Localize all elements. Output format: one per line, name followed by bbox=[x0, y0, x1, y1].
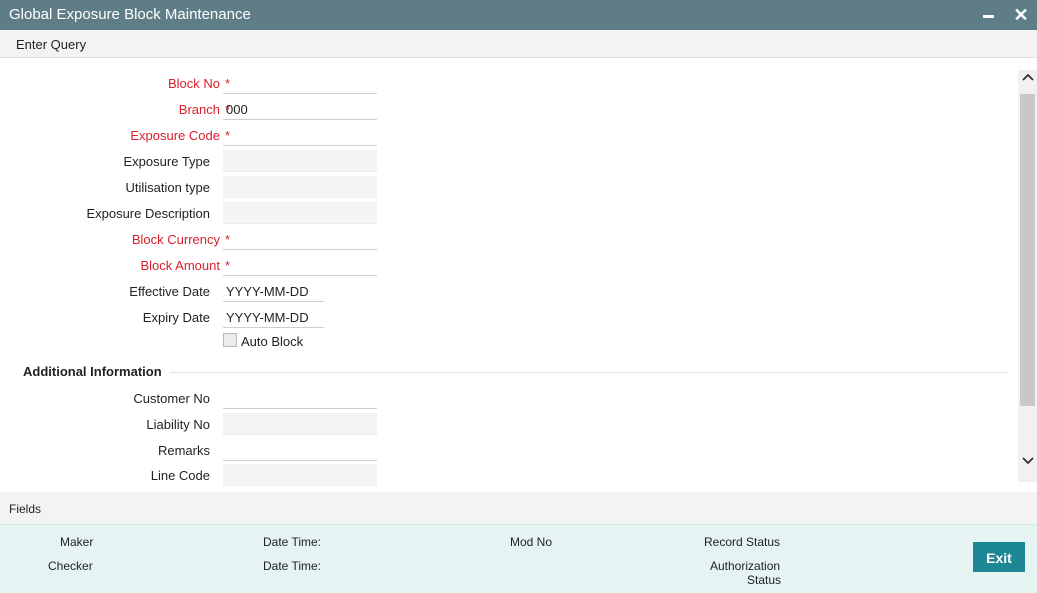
auto-block-checkbox[interactable] bbox=[223, 333, 237, 347]
customer-no-row: Customer No bbox=[0, 387, 420, 411]
exposure-type-row: Exposure Type bbox=[0, 150, 420, 174]
expiry-date-row: Expiry Date bbox=[0, 306, 420, 330]
form-content: Block No* Branch* Exposure Code* Exposur… bbox=[0, 58, 1018, 490]
expiry-date-label: Expiry Date bbox=[142, 310, 210, 325]
exposure-type-label: Exposure Type bbox=[123, 154, 210, 169]
line-code-row: Line Code bbox=[0, 464, 420, 488]
window-title: Global Exposure Block Maintenance bbox=[9, 6, 251, 23]
branch-input[interactable] bbox=[223, 98, 377, 120]
fields-button[interactable]: Fields bbox=[9, 502, 41, 516]
block-no-row: Block No * bbox=[0, 72, 420, 96]
effective-date-label: Effective Date bbox=[129, 284, 210, 299]
branch-row: Branch * bbox=[0, 98, 420, 122]
exposure-code-label: Exposure Code * bbox=[130, 128, 230, 143]
line-code-label: Line Code bbox=[150, 468, 210, 483]
exposure-description-row: Exposure Description bbox=[0, 202, 420, 226]
record-status-label: Record Status bbox=[704, 535, 781, 549]
customer-no-label: Customer No bbox=[133, 391, 210, 406]
additional-information-heading: Additional Information bbox=[23, 364, 162, 379]
maker-label: Maker bbox=[60, 535, 94, 549]
toolbar: Enter Query bbox=[0, 30, 1037, 58]
auto-block-label: Auto Block bbox=[241, 334, 304, 349]
checker-label: Checker bbox=[48, 559, 93, 573]
utilisation-type-row: Utilisation type bbox=[0, 176, 420, 200]
liability-no-row: Liability No bbox=[0, 413, 420, 437]
utilisation-type-label: Utilisation type bbox=[125, 180, 210, 195]
exposure-description-label: Exposure Description bbox=[86, 206, 210, 221]
chevron-down-icon[interactable] bbox=[1018, 456, 1037, 474]
title-bar: Global Exposure Block Maintenance ✕ bbox=[0, 0, 1037, 30]
checker-date-time-label: Date Time: bbox=[263, 559, 322, 573]
liability-no-input bbox=[223, 413, 377, 435]
maker-date-time-label: Date Time: bbox=[263, 535, 322, 549]
effective-date-row: Effective Date bbox=[0, 280, 420, 304]
customer-no-input[interactable] bbox=[223, 387, 377, 409]
chevron-up-icon[interactable] bbox=[1018, 72, 1037, 90]
block-amount-row: Block Amount * bbox=[0, 254, 420, 278]
block-currency-label: Block Currency * bbox=[131, 232, 230, 247]
exposure-description-input bbox=[223, 202, 377, 224]
utilisation-type-input bbox=[223, 176, 377, 198]
minimize-icon[interactable] bbox=[982, 7, 996, 23]
branch-label: Branch * bbox=[178, 102, 230, 117]
authorization-status-label-line2: Status bbox=[747, 573, 782, 587]
exposure-code-input[interactable] bbox=[223, 124, 377, 146]
block-currency-input[interactable] bbox=[223, 228, 377, 250]
fields-bar: Fields bbox=[0, 492, 1037, 524]
close-icon[interactable]: ✕ bbox=[1012, 5, 1030, 25]
remarks-row: Remarks bbox=[0, 439, 420, 463]
enter-query-button[interactable]: Enter Query bbox=[16, 37, 86, 52]
expiry-date-input[interactable] bbox=[223, 306, 324, 328]
authorization-status-label-line1: Authorization bbox=[710, 559, 781, 573]
remarks-input[interactable] bbox=[223, 439, 377, 461]
section-divider bbox=[170, 372, 1007, 373]
mod-no-label: Mod No bbox=[510, 535, 553, 549]
effective-date-input[interactable] bbox=[223, 280, 324, 302]
scrollbar-thumb[interactable] bbox=[1020, 94, 1035, 406]
block-currency-row: Block Currency * bbox=[0, 228, 420, 252]
block-no-input[interactable] bbox=[223, 72, 377, 94]
exposure-code-row: Exposure Code * bbox=[0, 124, 420, 148]
line-code-input bbox=[223, 464, 377, 486]
block-amount-label: Block Amount * bbox=[140, 258, 231, 273]
exposure-type-input bbox=[223, 150, 377, 172]
block-amount-input[interactable] bbox=[223, 254, 377, 276]
audit-footer: Maker Checker Date Time: Date Time: Mod … bbox=[0, 524, 1037, 593]
vertical-scrollbar[interactable] bbox=[1018, 70, 1037, 482]
remarks-label: Remarks bbox=[157, 443, 210, 458]
exit-button[interactable]: Exit bbox=[973, 542, 1025, 572]
block-no-label: Block No * bbox=[167, 76, 230, 91]
liability-no-label: Liability No bbox=[146, 417, 210, 432]
